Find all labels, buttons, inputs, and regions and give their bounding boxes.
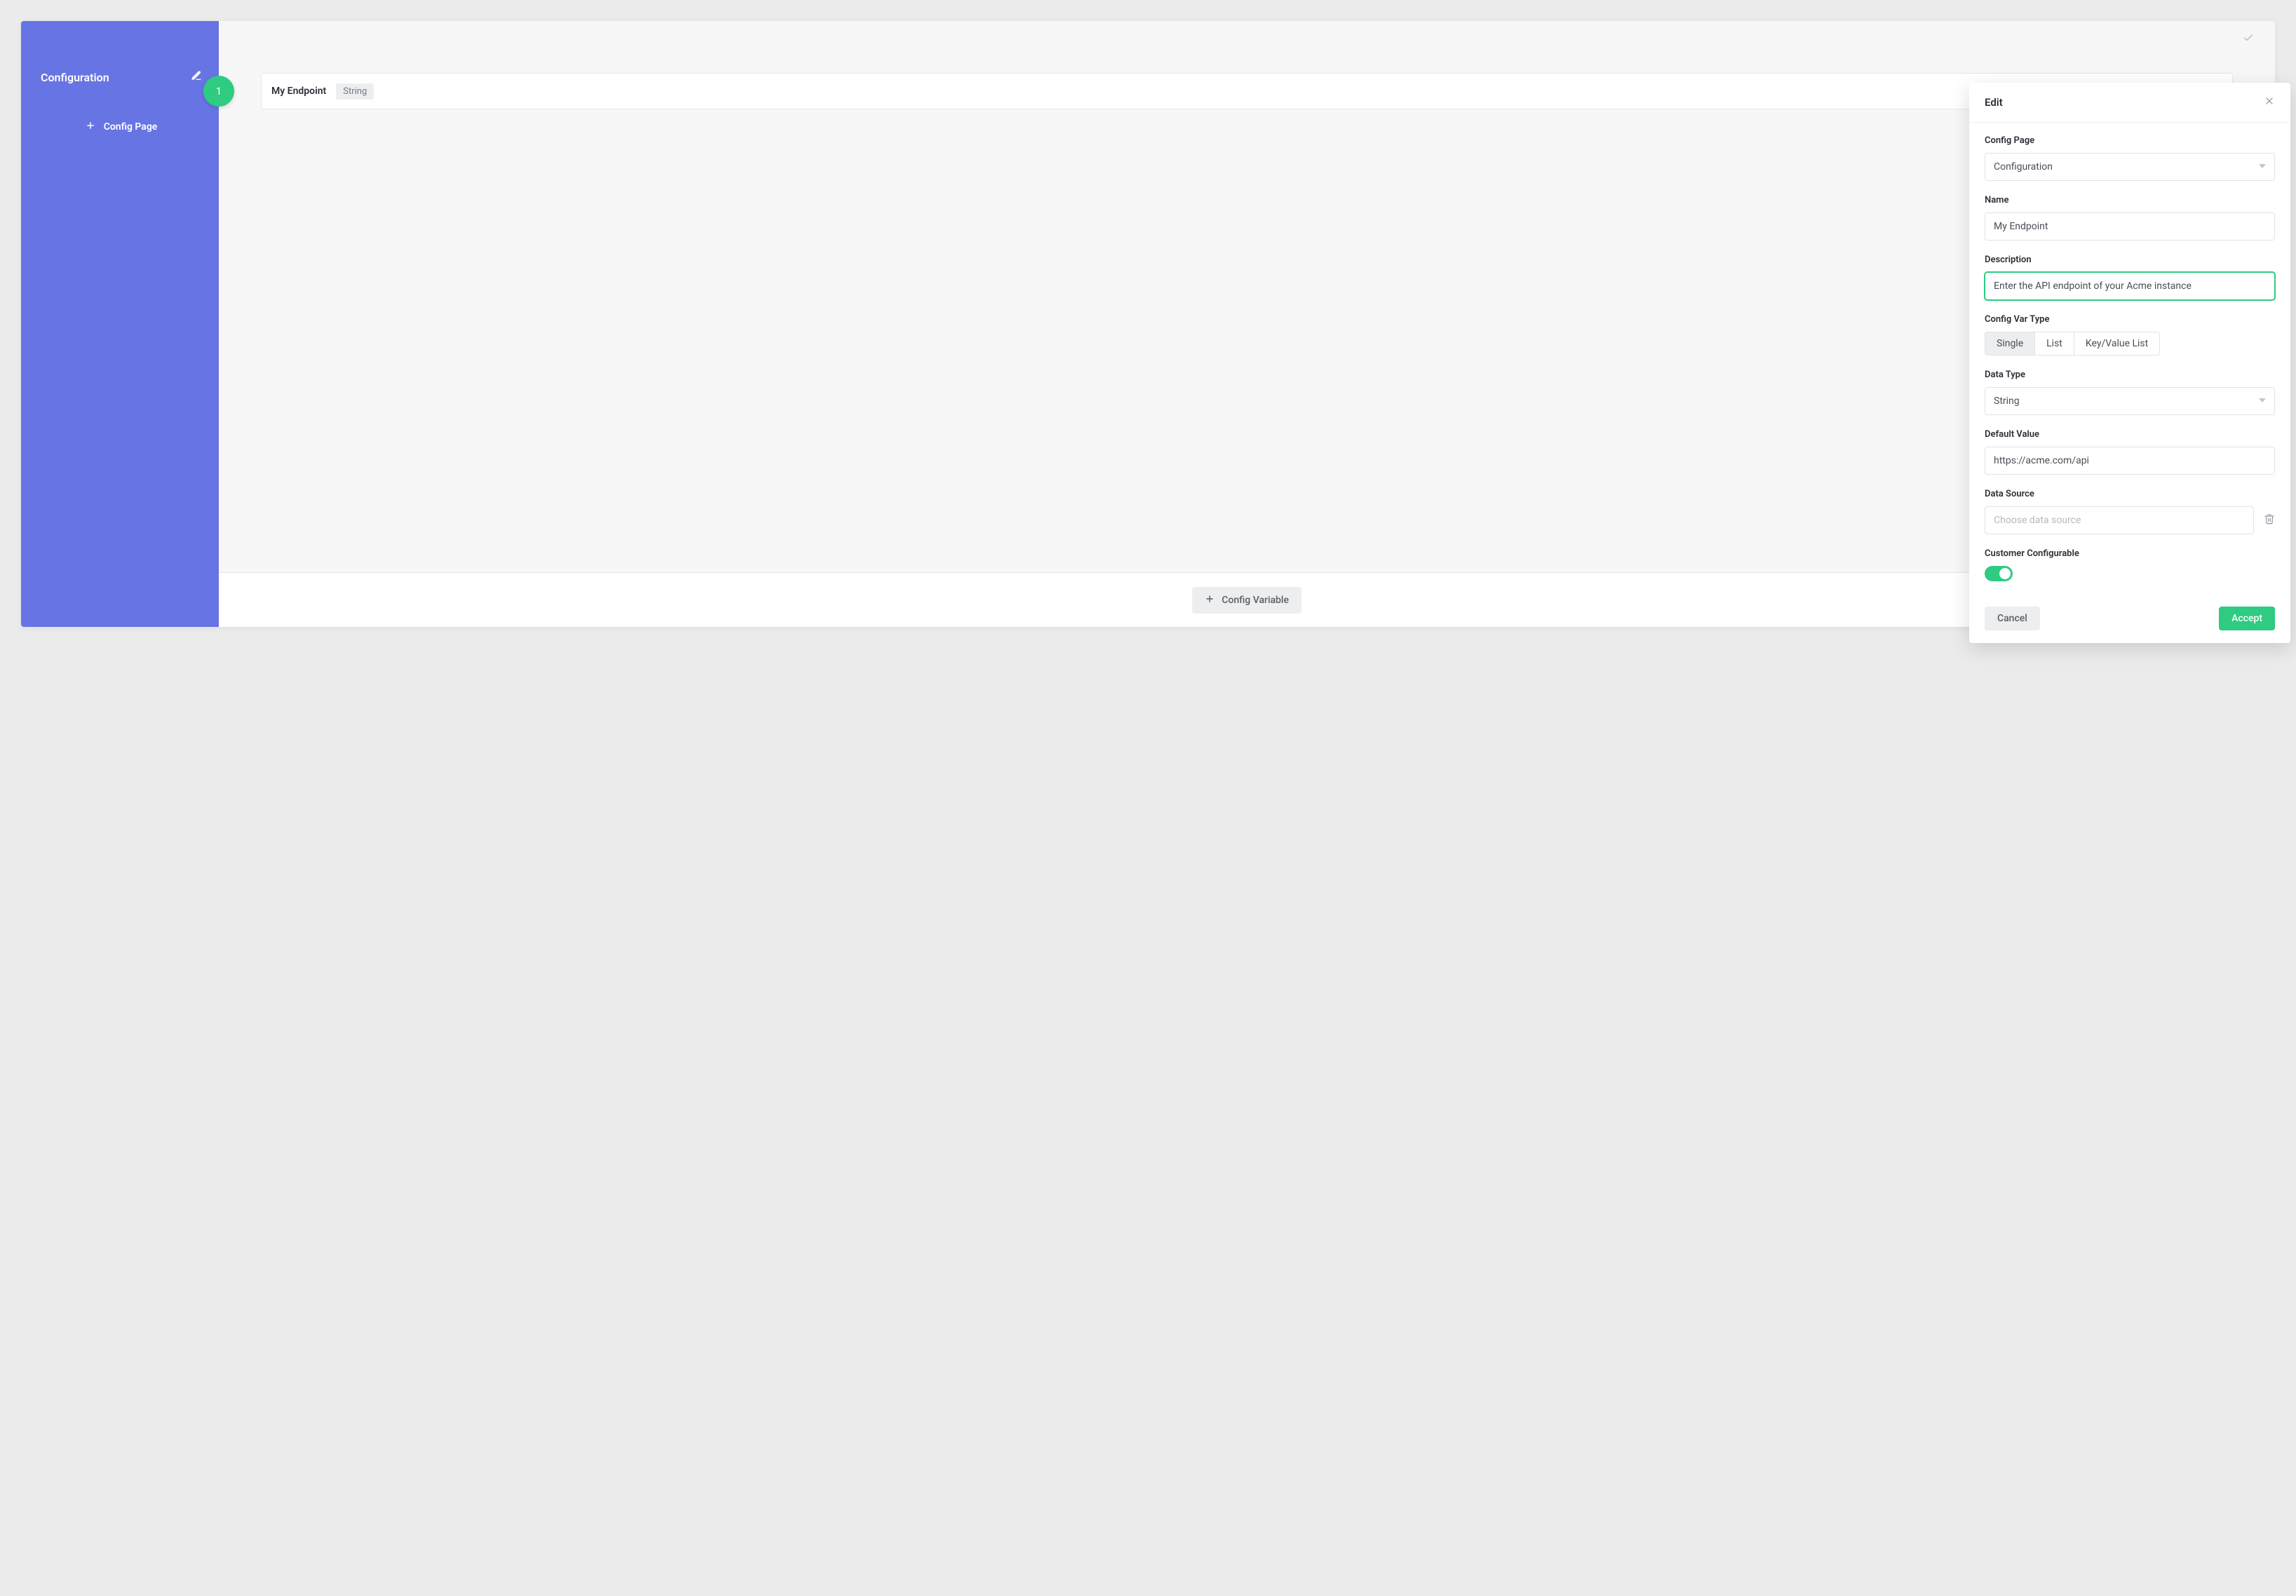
customer-configurable-toggle[interactable]: [1985, 566, 2013, 581]
default-value-input[interactable]: [1985, 447, 2275, 475]
var-type-list-button[interactable]: List: [2035, 332, 2074, 356]
data-source-input[interactable]: [1985, 506, 2254, 534]
plus-icon: [1205, 594, 1215, 607]
description-label: Description: [1985, 255, 2275, 265]
add-config-variable-label: Config Variable: [1222, 595, 1289, 606]
panel-footer: Cancel Accept: [1969, 595, 2290, 643]
chevron-down-icon: [2259, 395, 2266, 407]
bottom-bar: Config Variable: [219, 572, 2275, 627]
trash-icon[interactable]: [2264, 513, 2275, 527]
customer-configurable-label: Customer Configurable: [1985, 548, 2275, 559]
cancel-button[interactable]: Cancel: [1985, 607, 2040, 630]
add-config-page-button[interactable]: Config Page: [41, 121, 202, 133]
config-page-label: Config Page: [1985, 135, 2275, 146]
variable-row[interactable]: My Endpoint String: [261, 73, 2233, 109]
variable-list: My Endpoint String: [219, 21, 2275, 572]
chevron-down-icon: [2259, 161, 2266, 173]
data-source-label: Data Source: [1985, 489, 2275, 499]
panel-body: Config Page Configuration Name Descripti…: [1969, 123, 2290, 595]
check-icon[interactable]: [2243, 32, 2254, 46]
config-var-type-label: Config Var Type: [1985, 314, 2275, 325]
close-icon[interactable]: [2264, 95, 2275, 109]
edit-icon[interactable]: [191, 70, 202, 84]
data-type-value: String: [1994, 395, 2020, 407]
edit-panel: Edit Config Page Configuration Name: [1969, 83, 2290, 643]
name-input[interactable]: [1985, 212, 2275, 241]
sidebar-title-row: Configuration: [41, 70, 202, 84]
config-var-type-group: Single List Key/Value List: [1985, 332, 2275, 356]
toggle-knob: [1999, 568, 2011, 579]
variable-type-chip: String: [336, 83, 374, 100]
config-page-value: Configuration: [1994, 161, 2053, 173]
var-type-kv-button[interactable]: Key/Value List: [2074, 332, 2160, 356]
plus-icon: [86, 121, 95, 133]
variable-name: My Endpoint: [271, 86, 326, 97]
panel-title: Edit: [1985, 96, 2003, 109]
main-area: My Endpoint String Config Variable: [219, 21, 2275, 627]
sidebar: Configuration 1 Config Page: [21, 21, 219, 627]
app-frame: Configuration 1 Config Page My Endpoint …: [21, 21, 2275, 627]
add-config-variable-button[interactable]: Config Variable: [1192, 587, 1302, 614]
var-type-single-button[interactable]: Single: [1985, 332, 2035, 356]
add-config-page-label: Config Page: [104, 121, 158, 133]
name-label: Name: [1985, 195, 2275, 205]
accept-button[interactable]: Accept: [2219, 607, 2275, 630]
config-page-select[interactable]: Configuration: [1985, 153, 2275, 181]
data-type-select[interactable]: String: [1985, 387, 2275, 415]
description-input[interactable]: [1985, 272, 2275, 300]
data-type-label: Data Type: [1985, 370, 2275, 380]
sidebar-title: Configuration: [41, 71, 109, 84]
default-value-label: Default Value: [1985, 429, 2275, 440]
panel-header: Edit: [1969, 83, 2290, 123]
